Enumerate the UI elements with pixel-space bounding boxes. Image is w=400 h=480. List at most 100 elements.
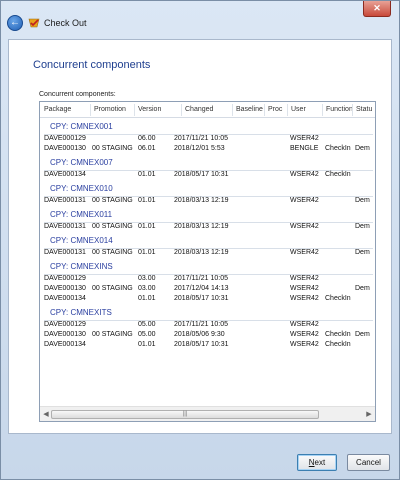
header-col-changed[interactable]: Changed xyxy=(185,106,213,113)
table-row[interactable]: DAVE000134 01.01 2018/05/17 10:31 WSER42 Che… xyxy=(40,171,375,181)
header-col-package[interactable]: Package xyxy=(44,106,71,113)
cell-promotion: 00 STAGING xyxy=(92,145,133,152)
cell-version: 01.01 xyxy=(138,295,156,302)
header-divider[interactable] xyxy=(287,104,288,116)
header-col-status[interactable]: Statu xyxy=(356,106,372,113)
cell-user: WSER42 xyxy=(290,197,319,204)
scroll-grip-icon: ||| xyxy=(182,411,188,417)
table-row[interactable]: DAVE000130 00 STAGING 06.01 2018/12/01 5:53… xyxy=(40,145,375,155)
cell-version: 01.01 xyxy=(138,223,156,230)
back-arrow-icon[interactable]: ← xyxy=(7,15,23,31)
cell-package: DAVE000130 xyxy=(44,331,86,338)
header-divider[interactable] xyxy=(264,104,265,116)
grid-rows: CPY: CMNEX001 DAVE000129 06.00 2017/11/21 1… xyxy=(40,119,375,405)
group-header[interactable]: CPY: CMNEXINS xyxy=(40,259,375,275)
cell-version: 05.00 xyxy=(138,321,156,328)
cell-version: 01.01 xyxy=(138,249,156,256)
cell-version: 01.01 xyxy=(138,197,156,204)
cell-changed: 2018/03/13 12:19 xyxy=(174,197,229,204)
table-row[interactable]: DAVE000134 01.01 2018/05/17 10:31 WSER42 Che… xyxy=(40,341,375,351)
scroll-right-icon[interactable]: ▶ xyxy=(365,410,373,419)
cell-changed: 2017/11/21 10:05 xyxy=(174,321,228,328)
table-row[interactable]: DAVE000131 00 STAGING 01.01 2018/03/13 12:1… xyxy=(40,223,375,233)
group-label: CPY: CMNEX010 xyxy=(50,184,113,193)
cell-user: WSER42 xyxy=(290,275,319,282)
table-row[interactable]: DAVE000130 00 STAGING 05.00 2018/05/06 9:30… xyxy=(40,331,375,341)
scroll-thumb[interactable]: ||| xyxy=(51,410,319,419)
header-col-version[interactable]: Version xyxy=(138,106,161,113)
cell-changed: 2018/12/01 5:53 xyxy=(174,145,225,152)
next-button[interactable]: Next xyxy=(297,454,337,471)
cell-status: Dem xyxy=(355,249,370,256)
group-header[interactable]: CPY: CMNEX010 xyxy=(40,181,375,197)
cell-version: 03.00 xyxy=(138,285,156,292)
header-divider[interactable] xyxy=(352,104,353,116)
cell-version: 01.01 xyxy=(138,171,156,178)
cancel-button[interactable]: Cancel xyxy=(347,454,390,471)
cell-user: WSER42 xyxy=(290,341,319,348)
cell-package: DAVE000134 xyxy=(44,171,86,178)
cell-package: DAVE000134 xyxy=(44,341,86,348)
cell-changed: 2017/11/21 10:05 xyxy=(174,135,228,142)
page-heading: Concurrent components xyxy=(33,59,151,71)
cell-changed: 2018/05/17 10:31 xyxy=(174,341,229,348)
cell-changed: 2018/05/17 10:31 xyxy=(174,171,229,178)
cell-function: CheckIn xyxy=(325,341,351,348)
cell-user: WSER42 xyxy=(290,135,319,142)
cell-changed: 2018/05/06 9:30 xyxy=(174,331,225,338)
header-col-function[interactable]: Function xyxy=(326,106,353,113)
group-header[interactable]: CPY: CMNEX014 xyxy=(40,233,375,249)
group-label: CPY: CMNEXITS xyxy=(50,308,112,317)
close-button[interactable]: ✕ xyxy=(363,1,391,17)
cell-package: DAVE000129 xyxy=(44,135,86,142)
window-title: Check Out xyxy=(44,18,87,28)
group-label: CPY: CMNEXINS xyxy=(50,262,113,271)
header-col-user[interactable]: User xyxy=(291,106,306,113)
table-row[interactable]: DAVE000129 06.00 2017/11/21 10:05 WSER42 xyxy=(40,135,375,145)
cell-changed: 2018/05/17 10:31 xyxy=(174,295,229,302)
title-bar: ← Check Out ✕ xyxy=(1,1,399,39)
cell-package: DAVE000131 xyxy=(44,249,86,256)
grid-header: Package Promotion Version Changed Baseline Pr… xyxy=(40,102,375,118)
table-row[interactable]: DAVE000134 01.01 2018/05/17 10:31 WSER42 Che… xyxy=(40,295,375,305)
checkout-app-icon xyxy=(28,18,40,28)
cell-promotion: 00 STAGING xyxy=(92,197,133,204)
header-divider[interactable] xyxy=(90,104,91,116)
group-header[interactable]: CPY: CMNEX007 xyxy=(40,155,375,171)
header-col-baseline[interactable]: Baseline xyxy=(236,106,263,113)
cell-status: Dem xyxy=(355,331,370,338)
header-col-proc[interactable]: Proc xyxy=(268,106,282,113)
group-label: CPY: CMNEX014 xyxy=(50,236,113,245)
table-row[interactable]: DAVE000131 00 STAGING 01.01 2018/03/13 12:1… xyxy=(40,249,375,259)
table-row[interactable]: DAVE000129 03.00 2017/11/21 10:05 WSER42 xyxy=(40,275,375,285)
cell-version: 06.00 xyxy=(138,135,156,142)
cell-promotion: 00 STAGING xyxy=(92,249,133,256)
cell-package: DAVE000130 xyxy=(44,145,86,152)
group-header[interactable]: CPY: CMNEX001 xyxy=(40,119,375,135)
table-row[interactable]: DAVE000131 00 STAGING 01.01 2018/03/13 12:1… xyxy=(40,197,375,207)
horizontal-scrollbar[interactable]: ◀ ||| ▶ xyxy=(40,406,375,421)
group-header[interactable]: CPY: CMNEXITS xyxy=(40,305,375,321)
cell-changed: 2018/03/13 12:19 xyxy=(174,223,229,230)
cell-package: DAVE000129 xyxy=(44,275,86,282)
cell-changed: 2017/11/21 10:05 xyxy=(174,275,228,282)
cell-status: Dem xyxy=(355,145,370,152)
group-label: CPY: CMNEX001 xyxy=(50,122,113,131)
group-header[interactable]: CPY: CMNEX011 xyxy=(40,207,375,223)
cell-function: CheckIn xyxy=(325,145,351,152)
header-divider[interactable] xyxy=(322,104,323,116)
cell-promotion: 00 STAGING xyxy=(92,223,133,230)
cell-package: DAVE000134 xyxy=(44,295,86,302)
table-row[interactable]: DAVE000129 05.00 2017/11/21 10:05 WSER42 xyxy=(40,321,375,331)
dialog-window: ← Check Out ✕ Concurrent components Conc… xyxy=(0,0,400,480)
cell-user: BENGLE xyxy=(290,145,319,152)
components-grid[interactable]: Package Promotion Version Changed Baseline Pr… xyxy=(39,101,376,422)
cell-user: WSER42 xyxy=(290,295,319,302)
header-divider[interactable] xyxy=(134,104,135,116)
scroll-left-icon[interactable]: ◀ xyxy=(42,410,50,419)
header-col-promotion[interactable]: Promotion xyxy=(94,106,126,113)
cell-user: WSER42 xyxy=(290,171,319,178)
table-row[interactable]: DAVE000130 00 STAGING 03.00 2017/12/04 14:1… xyxy=(40,285,375,295)
header-divider[interactable] xyxy=(181,104,182,116)
header-divider[interactable] xyxy=(232,104,233,116)
